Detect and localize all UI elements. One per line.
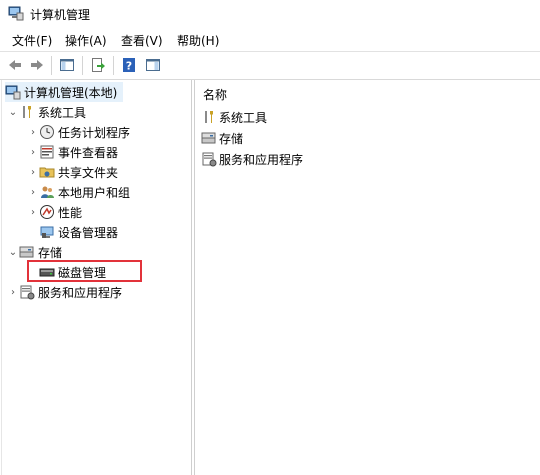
tree-item-label: 设备管理器: [58, 225, 119, 240]
window-title: 计算机管理: [30, 8, 91, 22]
back-arrow-icon[interactable]: [5, 55, 25, 75]
chevron-right-icon[interactable]: ›: [27, 162, 39, 182]
shared-folder-icon: [39, 167, 55, 178]
chevron-right-icon[interactable]: ›: [27, 202, 39, 222]
tree-item-label: 共享文件夹: [58, 165, 119, 180]
tree-item-label: 任务计划程序: [58, 125, 131, 140]
chevron-down-icon[interactable]: ⌄: [7, 242, 19, 262]
properties-pane-icon[interactable]: [143, 55, 163, 75]
svg-text:?: ?: [126, 60, 132, 73]
tree-item-label: 服务和应用程序: [38, 285, 123, 300]
tree-item-services-apps[interactable]: › 服务和应用程序: [7, 282, 122, 302]
export-list-icon[interactable]: [88, 55, 108, 75]
forward-arrow-icon[interactable]: [27, 55, 47, 75]
clock-icon: [40, 125, 54, 139]
list-item[interactable]: 服务和应用程序: [201, 149, 303, 169]
tree-item-label: 存储: [38, 245, 63, 260]
tree-item-device-manager[interactable]: 设备管理器: [39, 222, 118, 242]
chevron-right-icon[interactable]: ›: [7, 282, 19, 302]
performance-icon: [40, 205, 54, 219]
storage-icon: [201, 132, 216, 144]
console-tree: 计算机管理(本地) ⌄ 系统工具 › 任务计划程序 › 事件查看器 › 共享文件…: [1, 80, 192, 475]
services-icon: [20, 285, 35, 300]
list-item-label: 系统工具: [219, 110, 268, 125]
chevron-right-icon[interactable]: ›: [27, 182, 39, 202]
tree-item-storage[interactable]: ⌄ 存储: [7, 242, 62, 262]
tools-icon: [23, 106, 31, 118]
toolbar-separator: [113, 56, 114, 75]
list-item-label: 存储: [219, 131, 244, 146]
details-pane: 名称 系统工具 存储 服务和应用程序: [194, 80, 540, 475]
menu-bar: 文件(F) 操作(A) 查看(V) 帮助(H): [0, 28, 540, 50]
tree-item-task-scheduler[interactable]: › 任务计划程序: [27, 122, 130, 142]
toolbar: ?: [0, 51, 540, 80]
help-icon[interactable]: ?: [119, 55, 139, 75]
tree-item-root[interactable]: 计算机管理(本地): [5, 82, 123, 102]
computer-management-icon: [8, 6, 24, 21]
chevron-right-icon[interactable]: ›: [27, 142, 39, 162]
tree-item-label: 系统工具: [38, 105, 87, 120]
chevron-down-icon[interactable]: ⌄: [7, 102, 19, 122]
tree-item-shared-folders[interactable]: › 共享文件夹: [27, 162, 118, 182]
list-item-label: 服务和应用程序: [219, 152, 304, 167]
tree-item-label: 事件查看器: [58, 145, 119, 160]
storage-icon: [19, 246, 34, 258]
title-bar: 计算机管理: [0, 0, 540, 26]
event-viewer-icon: [40, 145, 54, 159]
list-item[interactable]: 系统工具: [201, 107, 267, 127]
menu-help[interactable]: 帮助(H): [175, 32, 221, 49]
tree-item-local-users[interactable]: › 本地用户和组: [27, 182, 130, 202]
tree-item-event-viewer[interactable]: › 事件查看器: [27, 142, 118, 162]
tree-item-label: 计算机管理(本地): [24, 85, 118, 100]
tree-item-label: 性能: [58, 205, 83, 220]
column-header-name[interactable]: 名称: [203, 86, 227, 103]
tools-icon: [205, 111, 213, 123]
tree-item-label: 本地用户和组: [58, 185, 131, 200]
services-icon: [202, 152, 217, 167]
device-manager-icon: [40, 226, 54, 238]
menu-view[interactable]: 查看(V): [119, 32, 165, 49]
users-icon: [41, 186, 54, 198]
list-item[interactable]: 存储: [201, 128, 243, 148]
toolbar-separator: [82, 56, 83, 75]
computer-management-icon: [5, 85, 21, 100]
chevron-right-icon[interactable]: ›: [27, 122, 39, 142]
toolbar-separator: [51, 56, 52, 75]
tree-item-performance[interactable]: › 性能: [27, 202, 82, 222]
selection-highlight: [27, 260, 142, 282]
show-tree-icon[interactable]: [57, 55, 77, 75]
tree-item-system-tools[interactable]: ⌄ 系统工具: [7, 102, 86, 122]
menu-file[interactable]: 文件(F): [10, 32, 54, 49]
menu-action[interactable]: 操作(A): [63, 32, 109, 49]
